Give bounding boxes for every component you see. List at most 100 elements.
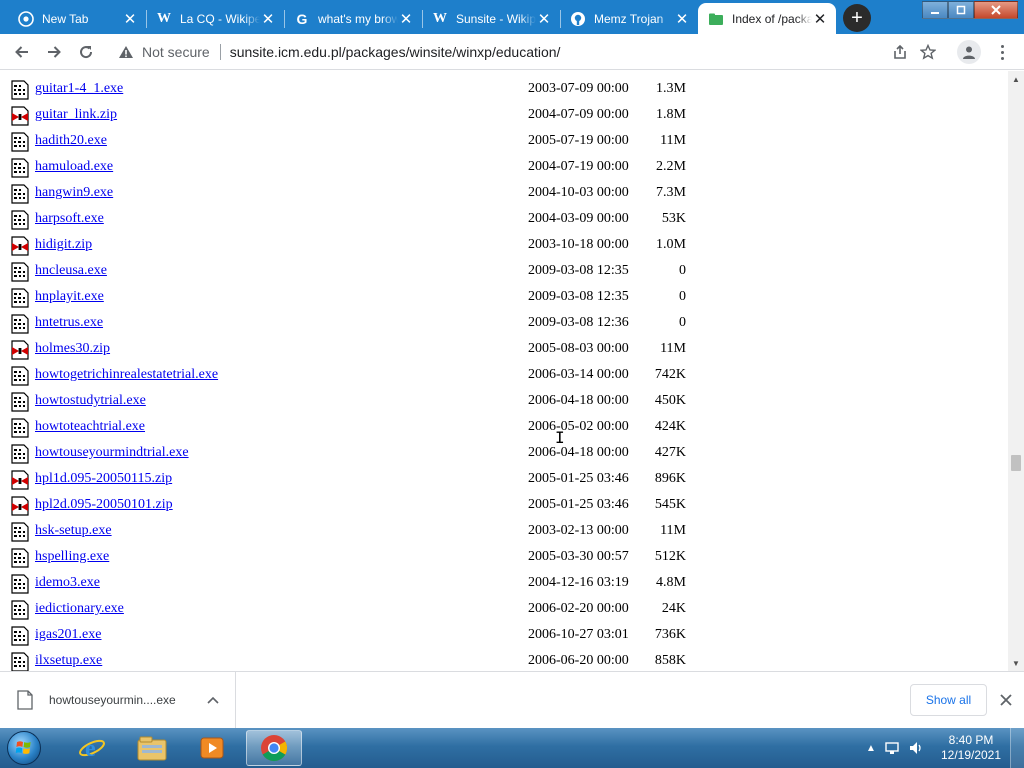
file-size: 2.2M [656, 159, 686, 174]
windows-logo-icon [7, 731, 41, 765]
file-link[interactable]: hntetrus.exe [35, 315, 103, 331]
start-button[interactable] [4, 730, 44, 766]
file-link[interactable]: hamuload.exe [35, 159, 113, 175]
scroll-down-arrow-icon[interactable]: ▼ [1008, 655, 1024, 671]
windows-explorer-icon[interactable] [124, 730, 180, 766]
tray-overflow-icon[interactable]: ▲ [866, 743, 876, 754]
clock-date: 12/19/2021 [940, 748, 1002, 762]
vertical-scrollbar[interactable]: ▲ ▼ [1008, 71, 1024, 671]
download-filename[interactable]: howtouseyourmin....exe [49, 693, 176, 707]
tab-close-icon[interactable]: ✕ [398, 11, 414, 28]
file-row: guitar1-4_1.exe 2003-07-09 00:00 1.3M [0, 77, 1008, 103]
file-size: 742K [654, 367, 686, 382]
file-modified-date: 2005-03-30 00:57 [528, 549, 629, 564]
file-link[interactable]: howtostudytrial.exe [35, 393, 146, 409]
window-close-button[interactable] [974, 1, 1018, 19]
file-link[interactable]: hangwin9.exe [35, 185, 113, 201]
file-link[interactable]: guitar1-4_1.exe [35, 81, 123, 97]
file-link[interactable]: howtogetrichinrealestatetrial.exe [35, 367, 218, 383]
browser-tab[interactable]: Index of /packages✕ [698, 3, 836, 34]
tab-close-icon[interactable]: ✕ [122, 11, 138, 28]
binary-file-icon [11, 626, 29, 646]
back-button[interactable] [8, 38, 36, 66]
tab-close-icon[interactable]: ✕ [674, 11, 690, 28]
binary-file-icon [11, 210, 29, 230]
binary-file-icon [11, 522, 29, 542]
tab-close-icon[interactable]: ✕ [536, 11, 552, 28]
show-desktop-button[interactable] [1010, 728, 1024, 768]
file-link[interactable]: guitar_link.zip [35, 107, 117, 123]
browser-menu-button[interactable] [994, 40, 1010, 64]
url-text[interactable]: sunsite.icm.edu.pl/packages/winsite/winx… [230, 44, 561, 60]
media-player-icon[interactable] [184, 730, 240, 766]
file-size: 0 [679, 263, 686, 278]
new-tab-button[interactable]: + [843, 4, 871, 32]
security-label[interactable]: Not secure [142, 44, 210, 60]
volume-icon[interactable] [908, 740, 924, 756]
file-modified-date: 2006-03-14 00:00 [528, 367, 629, 382]
file-link[interactable]: hpl2d.095-20050101.zip [35, 497, 173, 513]
scroll-up-arrow-icon[interactable]: ▲ [1008, 71, 1024, 87]
file-link[interactable]: howtoteachtrial.exe [35, 419, 145, 435]
profile-icon [963, 46, 975, 59]
file-modified-date: 2003-10-18 00:00 [528, 237, 629, 252]
share-icon[interactable] [892, 44, 908, 60]
file-link[interactable]: hncleusa.exe [35, 263, 107, 279]
reload-button[interactable] [72, 38, 100, 66]
file-modified-date: 2005-01-25 03:46 [528, 497, 629, 512]
close-shelf-icon[interactable] [996, 690, 1016, 710]
file-row: guitar_link.zip 2004-07-09 00:00 1.8M [0, 103, 1008, 129]
file-link[interactable]: hspelling.exe [35, 549, 109, 565]
file-size: 0 [679, 315, 686, 330]
download-item[interactable]: howtouseyourmin....exe [0, 672, 236, 728]
scrollbar-thumb[interactable] [1011, 455, 1021, 471]
maximize-button[interactable] [948, 1, 974, 19]
file-size: 4.8M [656, 575, 686, 590]
file-link[interactable]: iedictionary.exe [35, 601, 124, 617]
file-row: hamuload.exe 2004-07-19 00:00 2.2M [0, 155, 1008, 181]
file-modified-date: 2009-03-08 12:36 [528, 315, 629, 330]
show-all-button[interactable]: Show all [910, 684, 987, 716]
browser-tab[interactable]: New Tab ✕ [8, 3, 146, 34]
file-modified-date: 2006-02-20 00:00 [528, 601, 629, 616]
internet-explorer-icon[interactable]: e [64, 730, 120, 766]
reload-icon [80, 46, 93, 59]
system-tray: ▲ [866, 728, 924, 768]
minimize-button[interactable] [922, 1, 948, 19]
file-link[interactable]: hnplayit.exe [35, 289, 104, 305]
browser-tab[interactable]: Memz Trojan ✕ [560, 3, 698, 34]
file-size: 24K [661, 601, 686, 616]
browser-tab[interactable]: W Sunsite - Wikipedia✕ [422, 3, 560, 34]
file-link[interactable]: holmes30.zip [35, 341, 110, 357]
address-bar[interactable]: Not secure sunsite.icm.edu.pl/packages/w… [108, 38, 944, 66]
file-link[interactable]: hadith20.exe [35, 133, 107, 149]
file-link[interactable]: hidigit.zip [35, 237, 92, 253]
github-icon [570, 11, 586, 27]
tab-close-icon[interactable]: ✕ [812, 11, 828, 28]
file-link[interactable]: hpl1d.095-20050115.zip [35, 471, 172, 487]
file-link[interactable]: igas201.exe [35, 627, 101, 643]
browser-tab[interactable]: W La CQ - Wikipedia✕ [146, 3, 284, 34]
browser-toolbar: Not secure sunsite.icm.edu.pl/packages/w… [0, 34, 1024, 70]
file-size: 0 [679, 289, 686, 304]
taskbar-clock[interactable]: 8:40 PM 12/19/2021 [936, 733, 1006, 763]
file-link[interactable]: ilxsetup.exe [35, 653, 102, 669]
bookmark-star-icon[interactable] [920, 44, 936, 60]
file-link[interactable]: hsk-setup.exe [35, 523, 112, 539]
compressed-file-icon [11, 470, 29, 490]
chrome-taskbar-icon[interactable] [246, 730, 302, 766]
chevron-up-icon[interactable] [204, 690, 222, 710]
file-modified-date: 2006-10-27 03:01 [528, 627, 629, 642]
file-size: 1.0M [656, 237, 686, 252]
network-icon[interactable] [884, 740, 900, 756]
file-link[interactable]: howtouseyourmindtrial.exe [35, 445, 189, 461]
tab-close-icon[interactable]: ✕ [260, 11, 276, 28]
compressed-file-icon [11, 496, 29, 516]
file-link[interactable]: idemo3.exe [35, 575, 100, 591]
warning-icon[interactable] [118, 45, 136, 59]
profile-avatar-button[interactable] [957, 40, 981, 64]
forward-button[interactable] [40, 38, 68, 66]
browser-tab[interactable]: Gwhat's my browser✕ [284, 3, 422, 34]
file-link[interactable]: harpsoft.exe [35, 211, 104, 227]
tab-title: La CQ - Wikipedia [180, 11, 260, 26]
